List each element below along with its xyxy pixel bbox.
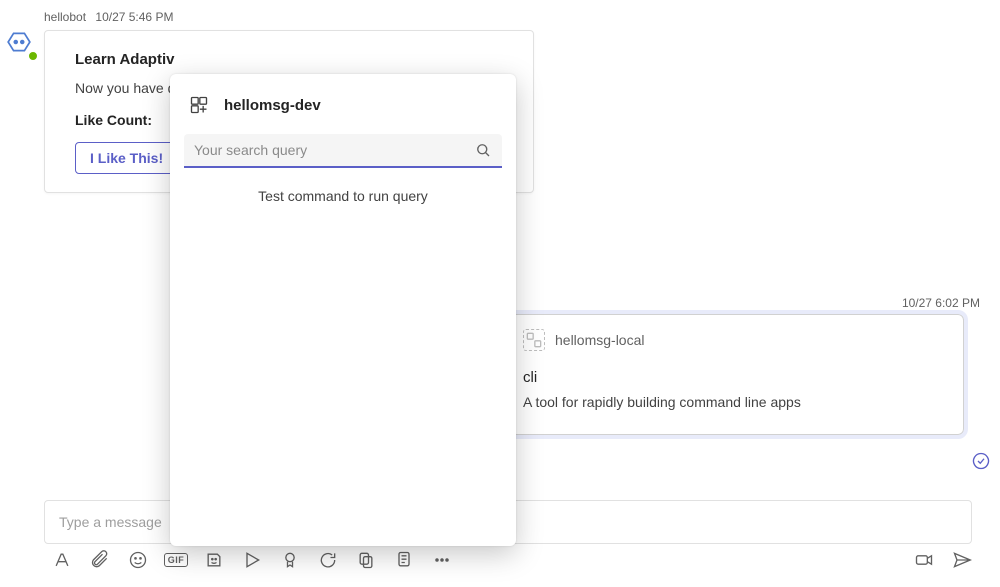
result-title: cli	[523, 369, 945, 386]
loop-icon[interactable]	[356, 550, 376, 570]
search-icon[interactable]	[474, 141, 492, 159]
sender-name: hellobot	[44, 10, 86, 24]
viva-icon[interactable]	[394, 550, 414, 570]
sticker-icon[interactable]	[204, 550, 224, 570]
popover-header: hellomsg-dev	[184, 94, 502, 116]
bot-avatar[interactable]	[5, 28, 37, 60]
result-description: A tool for rapidly building command line…	[523, 394, 945, 410]
message-header: hellobot 10/27 5:46 PM	[44, 10, 173, 24]
like-button-label: I Like This!	[90, 150, 163, 166]
attach-icon[interactable]	[90, 550, 110, 570]
card-title: Learn Adaptiv	[75, 51, 509, 68]
more-icon[interactable]	[432, 550, 452, 570]
gif-label: GIF	[164, 553, 189, 567]
messaging-extension-popover: hellomsg-dev Test command to run query	[170, 74, 516, 546]
app-icon	[523, 329, 545, 351]
approvals-icon[interactable]	[318, 550, 338, 570]
gif-icon[interactable]: GIF	[166, 550, 186, 570]
app-name: hellomsg-local	[555, 332, 644, 348]
praise-icon[interactable]	[280, 550, 300, 570]
video-clip-icon[interactable]	[914, 550, 934, 570]
read-receipt-icon	[972, 452, 990, 470]
emoji-icon[interactable]	[128, 550, 148, 570]
extension-app-icon	[188, 94, 210, 116]
message-timestamp: 10/27 5:46 PM	[95, 10, 173, 24]
compose-toolbar: GIF	[52, 550, 972, 570]
search-input[interactable]	[194, 142, 474, 158]
own-message-card: hellomsg-local cli A tool for rapidly bu…	[504, 314, 964, 435]
search-field[interactable]	[184, 134, 502, 168]
send-icon[interactable]	[952, 550, 972, 570]
format-icon[interactable]	[52, 550, 72, 570]
presence-available-icon	[27, 50, 39, 62]
own-message-timestamp: 10/27 6:02 PM	[902, 296, 980, 310]
popover-hint: Test command to run query	[184, 188, 502, 204]
popover-title: hellomsg-dev	[224, 97, 321, 114]
stream-icon[interactable]	[242, 550, 262, 570]
like-button[interactable]: I Like This!	[75, 142, 178, 174]
